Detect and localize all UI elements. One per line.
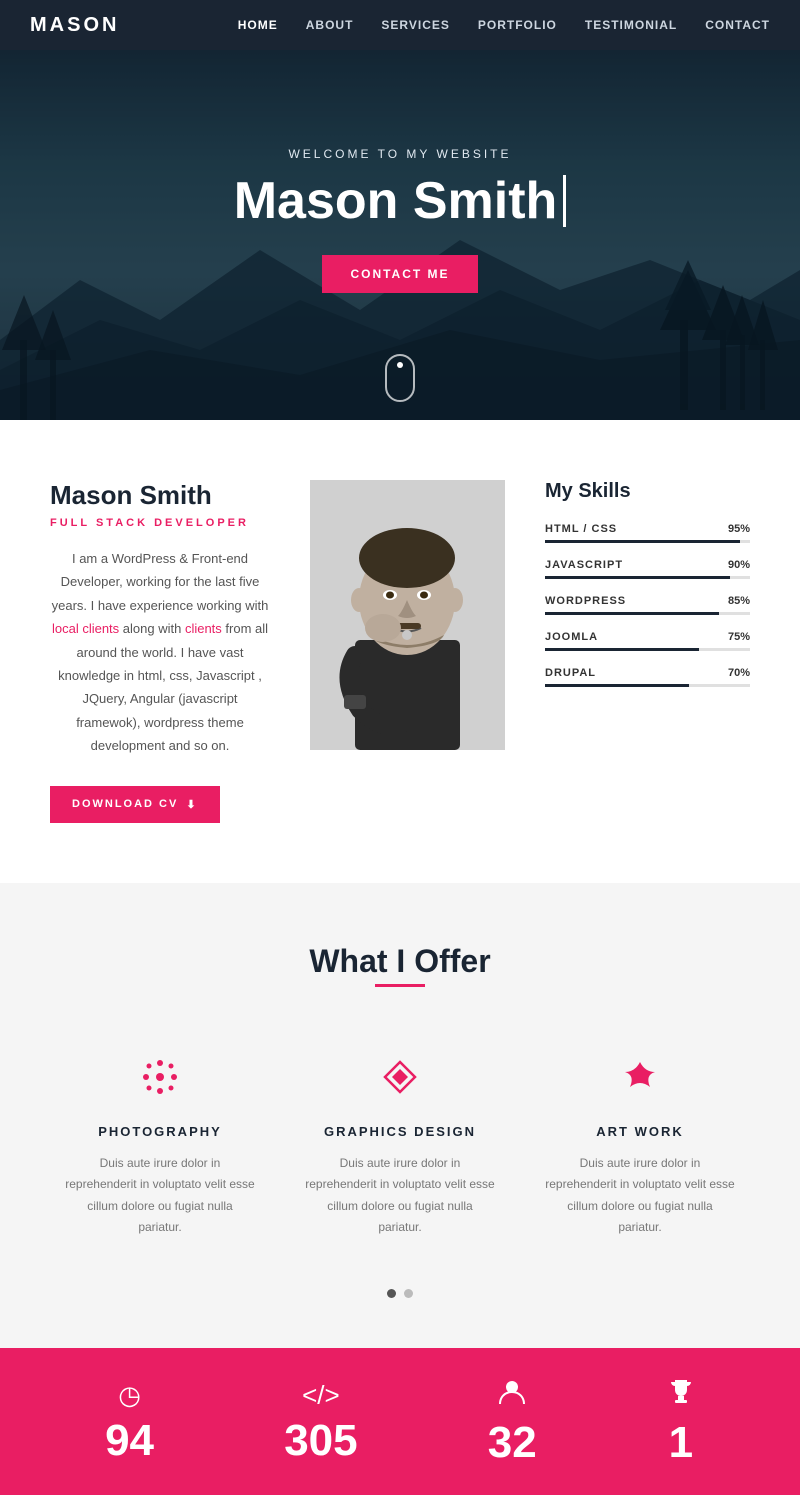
about-description: I am a WordPress & Front-end Developer, … [50,547,270,758]
carousel-dot-2[interactable] [404,1289,413,1298]
service-name: ART WORK [545,1124,735,1139]
clock-icon: ◷ [105,1380,154,1411]
code-icon: </> [284,1380,357,1411]
service-name: PHOTOGRAPHY [65,1124,255,1139]
services-grid: PHOTOGRAPHY Duis aute irure dolor in rep… [40,1027,760,1289]
hero-name: Mason Smith [234,171,567,231]
hero-subtitle: WELCOME TO MY WEBSITE [288,147,511,161]
skills-section: My Skills HTML / CSS 95% JAVASCRIPT 90% … [545,480,750,703]
about-photo [310,480,505,750]
skill-name: JAVASCRIPT [545,559,623,571]
scroll-indicator[interactable] [385,354,415,402]
services-section: What I Offer PHOTOGRAPHY Duis aute irure… [0,883,800,1348]
skill-bar-bg [545,540,750,543]
scroll-dot [397,362,403,368]
skill-item: DRUPAL 70% [545,667,750,687]
nav-link-services[interactable]: SERVICES [381,18,449,32]
skill-bar-bg [545,576,750,579]
service-name: GRAPHICS DESIGN [305,1124,495,1139]
download-cv-button[interactable]: DOWNLOAD CV ⬇ [50,786,220,823]
skill-pct: 90% [728,559,750,571]
skill-name: WORDPRESS [545,595,626,607]
skill-bar-bg [545,612,750,615]
skill-bar-fill [545,684,689,687]
nav-link-testimonial[interactable]: TESTIMONIAL [585,18,677,32]
nav-link-contact[interactable]: CONTACT [705,18,770,32]
skill-item: HTML / CSS 95% [545,523,750,543]
skill-bar-fill [545,576,730,579]
section-underline [375,984,425,987]
about-left: Mason Smith FULL STACK DEVELOPER I am a … [50,480,270,823]
stat-clients: 32 [488,1378,537,1465]
about-role: FULL STACK DEVELOPER [50,517,270,529]
stats-section: ◷ 94 </> 305 32 1 [0,1348,800,1495]
skill-pct: 70% [728,667,750,679]
nav-link-about[interactable]: ABOUT [306,18,354,32]
skill-bar-fill [545,540,740,543]
service-card: GRAPHICS DESIGN Duis aute irure dolor in… [295,1047,505,1249]
hero-section: WELCOME TO MY WEBSITE Mason Smith CONTAC… [0,50,800,420]
cursor-bar [563,175,566,227]
skill-bar-bg [545,648,750,651]
service-desc: Duis aute irure dolor in reprehenderit i… [545,1153,735,1239]
skill-bar-bg [545,684,750,687]
stat-number-1: 94 [105,1419,154,1463]
service-desc: Duis aute irure dolor in reprehenderit i… [65,1153,255,1239]
nav-link-portfolio[interactable]: PORTFOLIO [478,18,557,32]
skill-item: WORDPRESS 85% [545,595,750,615]
download-cv-label: DOWNLOAD CV [72,798,178,810]
skill-name: JOOMLA [545,631,598,643]
services-title: What I Offer [40,943,760,980]
skills-list: HTML / CSS 95% JAVASCRIPT 90% WORDPRESS … [545,523,750,687]
download-icon: ⬇ [186,798,197,811]
navbar: MASON HOME ABOUT SERVICES PORTFOLIO TESTIMON… [0,0,800,50]
skill-name: DRUPAL [545,667,596,679]
stat-awards: 1 [667,1378,695,1465]
user-icon [488,1378,537,1413]
stat-projects: ◷ 94 [105,1380,154,1463]
nav-link-home[interactable]: HOME [238,18,278,32]
service-icon [305,1057,495,1106]
trophy-icon [667,1378,695,1413]
skill-pct: 75% [728,631,750,643]
skill-pct: 85% [728,595,750,607]
carousel-dot-1[interactable] [387,1289,396,1298]
contact-me-button[interactable]: CONTACT ME [322,255,477,293]
hero-content: WELCOME TO MY WEBSITE Mason Smith CONTAC… [234,147,567,293]
portrait-image [310,480,505,750]
carousel-dots [40,1289,760,1308]
service-icon [65,1057,255,1106]
skill-pct: 95% [728,523,750,535]
skill-name: HTML / CSS [545,523,617,535]
skill-bar-fill [545,612,719,615]
service-icon [545,1057,735,1106]
about-section: Mason Smith FULL STACK DEVELOPER I am a … [0,420,800,883]
stat-number-4: 1 [667,1421,695,1465]
about-name: Mason Smith [50,480,270,511]
stat-number-2: 305 [284,1419,357,1463]
stat-number-3: 32 [488,1421,537,1465]
skill-item: JOOMLA 75% [545,631,750,651]
nav-logo[interactable]: MASON [30,14,119,37]
stat-code: </> 305 [284,1380,357,1463]
skills-title: My Skills [545,480,750,503]
nav-links: HOME ABOUT SERVICES PORTFOLIO TESTIMONIAL CON… [238,16,770,34]
skill-bar-fill [545,648,699,651]
service-desc: Duis aute irure dolor in reprehenderit i… [305,1153,495,1239]
service-card: PHOTOGRAPHY Duis aute irure dolor in rep… [55,1047,265,1249]
skill-item: JAVASCRIPT 90% [545,559,750,579]
service-card: ART WORK Duis aute irure dolor in repreh… [535,1047,745,1249]
